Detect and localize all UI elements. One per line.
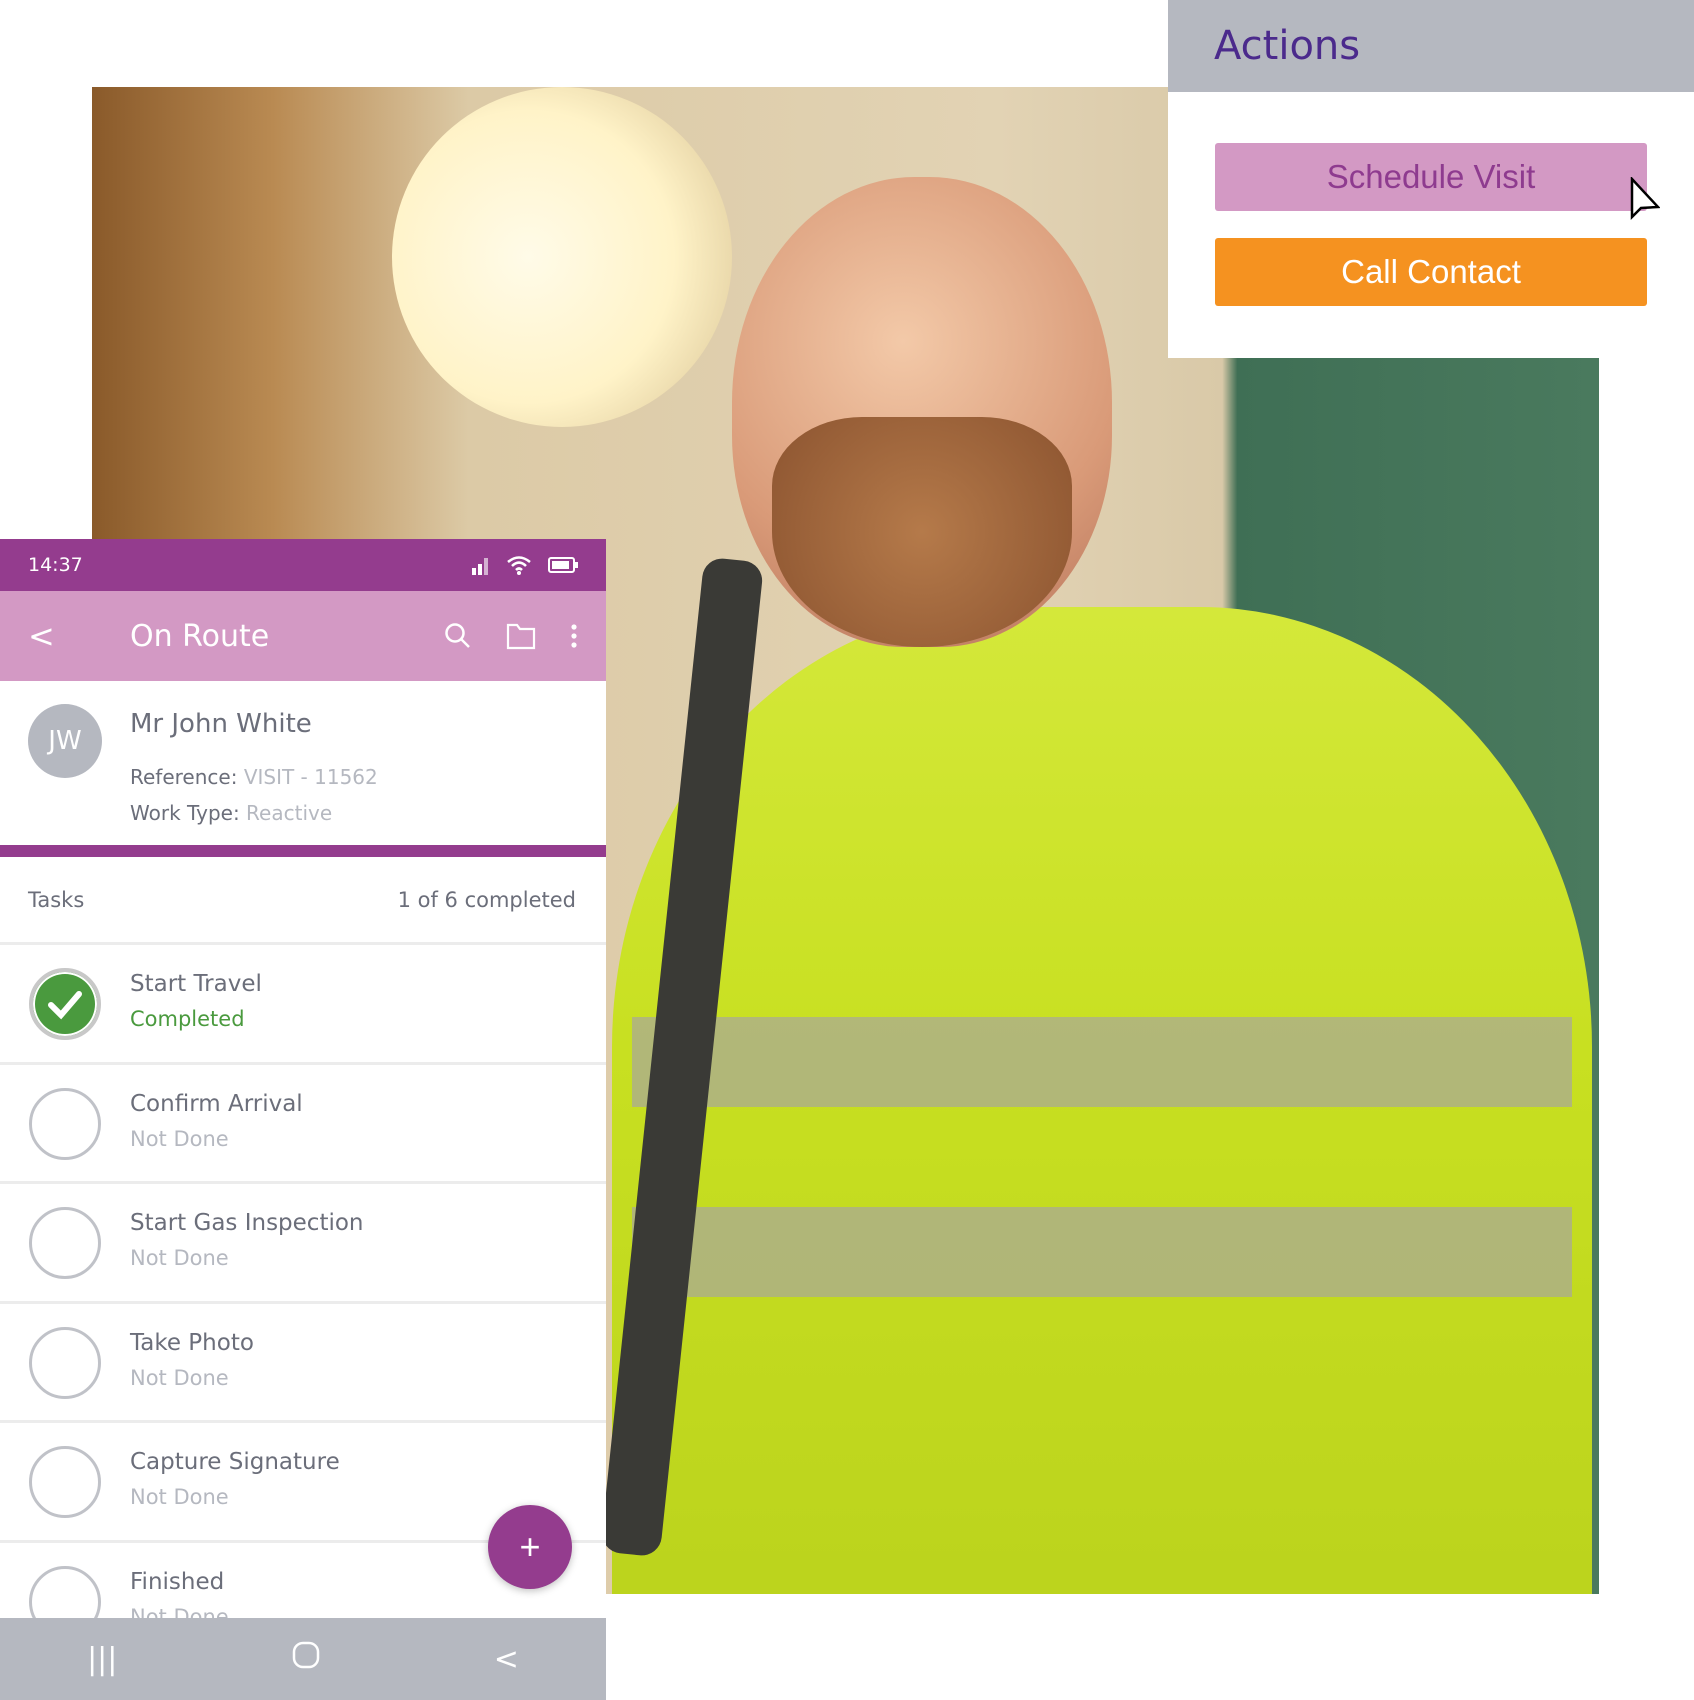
back-button[interactable]: < (28, 617, 130, 655)
tasks-header: Tasks 1 of 6 completed (0, 857, 606, 945)
task-item[interactable]: Start Travel Completed (0, 945, 606, 1065)
task-item[interactable]: Confirm Arrival Not Done (0, 1065, 606, 1184)
call-contact-button[interactable]: Call Contact (1215, 238, 1647, 306)
folder-icon[interactable] (506, 622, 536, 650)
task-status: Not Done (130, 1246, 229, 1270)
task-name: Capture Signature (130, 1449, 340, 1475)
home-button[interactable] (292, 1641, 320, 1677)
search-icon[interactable] (444, 622, 472, 650)
actions-header: Actions (1168, 0, 1694, 92)
reflective-stripe (632, 1207, 1572, 1297)
task-name: Take Photo (130, 1329, 254, 1356)
toolbar: < On Route (0, 591, 606, 681)
reference-label: Reference: (130, 765, 238, 789)
android-nav-bar: ||| < (0, 1618, 606, 1700)
add-fab-button[interactable]: + (488, 1505, 572, 1589)
wifi-icon (507, 556, 531, 575)
signal-icon (472, 558, 488, 575)
page-title: On Route (130, 618, 270, 654)
work-type-value: Reactive (246, 801, 333, 825)
empty-circle-icon[interactable] (29, 1087, 101, 1160)
work-type-line: Work Type: Reactive (130, 801, 332, 825)
empty-circle-icon[interactable] (29, 1446, 101, 1518)
task-status: Not Done (130, 1365, 229, 1390)
task-status: Completed (130, 1007, 245, 1031)
task-name: Finished (130, 1568, 225, 1595)
avatar: JW (28, 704, 102, 778)
tasks-progress: 1 of 6 completed (397, 887, 576, 912)
empty-circle-icon[interactable] (29, 1326, 101, 1399)
mouse-cursor-icon (1630, 177, 1660, 221)
task-name: Start Gas Inspection (130, 1210, 364, 1236)
reference-line: Reference: VISIT - 11562 (130, 765, 378, 789)
reference-value: VISIT - 11562 (243, 765, 378, 789)
schedule-visit-button[interactable]: Schedule Visit (1215, 143, 1647, 211)
nav-back-button[interactable]: < (494, 1642, 519, 1677)
task-status: Not Done (130, 1485, 229, 1509)
reflective-stripe (632, 1017, 1572, 1107)
contact-name: Mr John White (130, 709, 312, 739)
task-name: Start Travel (130, 971, 262, 997)
task-name: Confirm Arrival (130, 1090, 303, 1117)
work-type-label: Work Type: (130, 801, 240, 825)
status-bar: 14:37 (0, 539, 606, 591)
task-item[interactable]: Start Gas Inspection Not Done (0, 1184, 606, 1304)
recent-apps-button[interactable]: ||| (87, 1642, 117, 1677)
actions-panel: Actions Schedule Visit Call Contact (1168, 0, 1694, 358)
status-time: 14:37 (28, 554, 83, 576)
tasks-label: Tasks (28, 887, 85, 912)
mobile-app: 14:37 < On Route JW Mr John White Refere… (0, 539, 606, 1700)
contact-card: JW Mr John White Reference: VISIT - 1156… (0, 681, 606, 857)
more-vertical-icon[interactable] (570, 623, 578, 649)
check-circle-icon[interactable] (29, 968, 101, 1040)
task-item[interactable]: Take Photo Not Done (0, 1304, 606, 1423)
battery-icon (548, 557, 578, 573)
task-status: Not Done (130, 1126, 229, 1151)
wall-lamp (392, 87, 732, 427)
worker-beard (772, 417, 1072, 647)
actions-title: Actions (1214, 23, 1361, 69)
empty-circle-icon[interactable] (29, 1207, 101, 1279)
